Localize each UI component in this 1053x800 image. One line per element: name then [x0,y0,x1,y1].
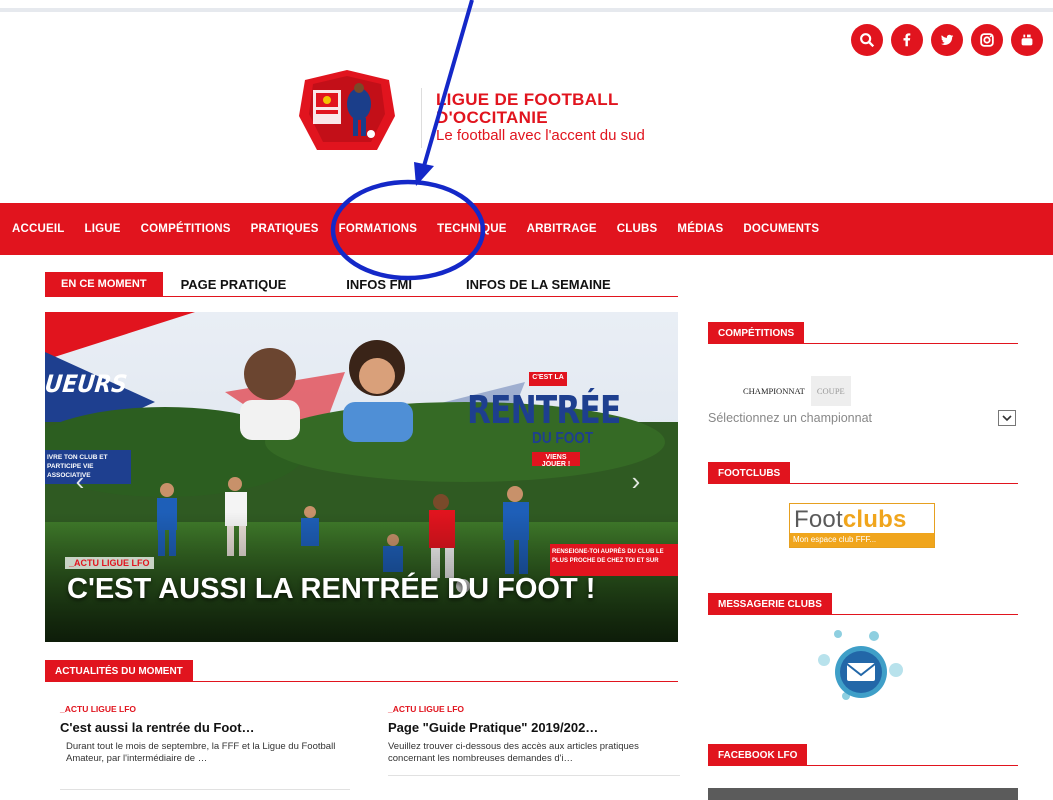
hero-slider[interactable]: UEURS IVRE TON CLUB ET PARTICIPE VIE ASS… [45,312,678,642]
tab-coupe[interactable]: COUPE [810,376,851,406]
hero-next-arrow[interactable]: › [623,468,649,494]
lfo-logo[interactable] [293,70,401,156]
footclubs-logo-part2: clubs [842,506,907,533]
championnat-select-value: Sélectionnez un championnat [708,411,873,425]
nav-item-accueil[interactable]: ACCUEIL [12,223,65,235]
footclubs-header: FOOTCLUBS [708,462,1018,484]
hero-badge-top: C'EST LA [532,374,564,381]
tab-championnat[interactable]: CHAMPIONNAT [737,376,811,406]
annotation-arrow-head [414,162,434,186]
news-divider [60,789,350,790]
tab-page-pratique[interactable]: PAGE PRATIQUE [181,277,287,292]
messagerie-header-line [831,614,1018,615]
news-excerpt: Veuillez trouver ci-dessous des accès au… [388,741,639,764]
facebook-header-label: FACEBOOK LFO [708,744,808,766]
hero-category[interactable]: _ACTU LIGUE LFO [65,557,154,569]
nav-item-clubs[interactable]: CLUBS [617,223,658,235]
nav-item-medias[interactable]: MÉDIAS [677,223,723,235]
competitions-header: COMPÉTITIONS [708,322,1018,344]
championnat-select[interactable]: Sélectionnez un championnat [708,408,1016,428]
search-icon[interactable] [851,24,883,56]
facebook-header-line [807,765,1018,766]
tabs-underline [45,296,678,297]
hero-badge-cta: VIENS JOUER ! [541,454,571,468]
nav-item-ligue[interactable]: LIGUE [85,223,121,235]
actualites-header-line [192,681,678,682]
news-title[interactable]: Page "Guide Pratique" 2019/202… [388,720,680,735]
nav-item-formations[interactable]: FORMATIONS [339,223,417,235]
brand-separator [421,88,422,148]
actualites-header-label: ACTUALITÉS DU MOMENT [45,660,193,682]
footclubs-header-label: FOOTCLUBS [708,462,791,484]
nav-item-technique[interactable]: TECHNIQUE [437,223,507,235]
mail-icon[interactable] [816,630,906,706]
brand-title[interactable]: LIGUE DE FOOTBALL D'OCCITANIE [436,91,696,127]
nav-item-competitions[interactable]: COMPÉTITIONS [141,223,231,235]
news-category[interactable]: _ACTU LIGUE LFO [388,704,680,714]
nav-item-documents[interactable]: DOCUMENTS [743,223,819,235]
news-card[interactable]: _ACTU LIGUE LFO C'est aussi la rentrée d… [60,704,350,790]
hero-prev-arrow[interactable]: ‹ [67,468,93,494]
tab-infos-fmi[interactable]: INFOS FMI [346,277,412,292]
hero-side-text: UEURS [45,370,129,398]
nav-item-arbitrage[interactable]: ARBITRAGE [527,223,597,235]
footclubs-logo[interactable]: Footclubs Mon espace club FFF... [789,503,935,548]
top-strip [0,0,1053,12]
facebook-header: FACEBOOK LFO [708,744,1018,766]
nav-item-pratiques[interactable]: PRATIQUES [251,223,319,235]
facebook-widget[interactable] [708,788,1018,800]
chevron-down-icon[interactable] [998,410,1016,426]
hero-banner-right: RENSEIGNE-TOI AUPRÈS DU CLUB LE PLUS PRO… [552,549,664,564]
competitions-header-line [804,343,1018,344]
footclubs-header-line [790,483,1018,484]
hero-title[interactable]: C'EST AUSSI LA RENTRÉE DU FOOT ! [67,575,627,604]
news-excerpt: Durant tout le mois de septembre, la FFF… [66,741,336,764]
messagerie-header: MESSAGERIE CLUBS [708,593,1018,615]
messagerie-header-label: MESSAGERIE CLUBS [708,593,832,615]
tab-infos-semaine[interactable]: INFOS DE LA SEMAINE [466,277,611,292]
news-card[interactable]: _ACTU LIGUE LFO Page "Guide Pratique" 20… [388,704,680,776]
main-nav: ACCUEIL LIGUE COMPÉTITIONS PRATIQUES FOR… [0,203,1053,255]
hero-badge-sub: DU FOOT [532,430,594,447]
footclubs-logo-part1: Foot [794,506,843,533]
twitter-icon[interactable] [931,24,963,56]
hero-badge-main: RENTRÉE [467,388,621,432]
news-title[interactable]: C'est aussi la rentrée du Foot… [60,720,350,735]
instagram-icon[interactable] [971,24,1003,56]
actualites-header: ACTUALITÉS DU MOMENT [45,660,678,682]
youtube-icon[interactable] [1011,24,1043,56]
brand-subtitle: Le football avec l'accent du sud [436,127,645,144]
news-divider [388,775,680,776]
facebook-icon[interactable] [891,24,923,56]
social-bar [851,24,1043,56]
news-category[interactable]: _ACTU LIGUE LFO [60,704,350,714]
competitions-tabs: CHAMPIONNAT COUPE [737,376,851,406]
tab-en-ce-moment[interactable]: EN CE MOMENT [45,272,163,296]
footclubs-tagline: Mon espace club FFF... [790,533,934,547]
competitions-header-label: COMPÉTITIONS [708,322,805,344]
news-tabs: EN CE MOMENT PAGE PRATIQUE INFOS FMI INF… [45,272,611,296]
